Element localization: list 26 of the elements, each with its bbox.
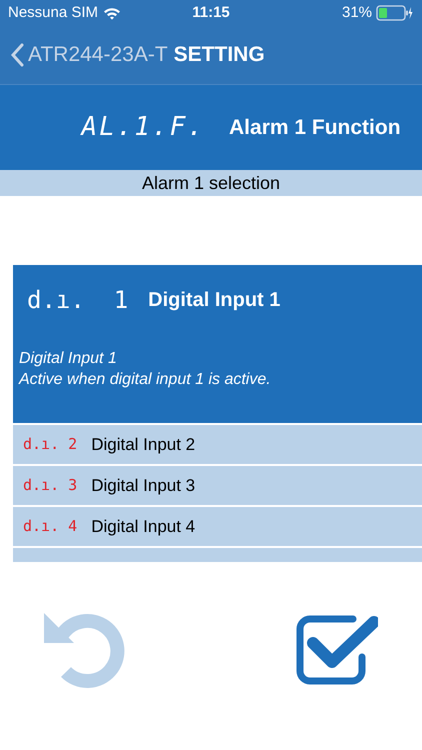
option-label: Digital Input 2 [91, 434, 196, 456]
time-label: 11:15 [192, 2, 230, 23]
screen-title: SETTING [174, 42, 265, 68]
confirm-button[interactable] [296, 615, 378, 685]
carrier-label: Nessuna SIM [8, 2, 98, 23]
chevron-left-icon [10, 43, 24, 67]
option-row[interactable] [13, 548, 422, 562]
section-title: Alarm 1 selection [0, 170, 422, 196]
option-code: d.ı. 2 [23, 434, 78, 456]
option-code: d.ı. 3 [23, 475, 78, 496]
wifi-icon [103, 6, 122, 20]
option-label: Digital Input 4 [91, 516, 196, 538]
option-description: Digital Input 1 Active when digital input 1 is active. [19, 349, 272, 390]
parameter-name: Alarm 1 Function [229, 114, 401, 141]
option-row[interactable]: d.ı. 4 Digital Input 4 [13, 507, 422, 546]
battery-icon [376, 5, 414, 21]
option-code: d.ı. 1 [27, 285, 128, 316]
battery-percentage: 31% [342, 2, 372, 23]
option-label: Digital Input 3 [91, 474, 196, 497]
parameter-code: AL.1.F. [81, 111, 206, 144]
option-row[interactable]: d.ı. 3 Digital Input 3 [13, 466, 422, 505]
option-row[interactable]: d.ı. 2 Digital Input 2 [13, 425, 422, 464]
checkbox-checked-icon [296, 615, 378, 685]
option-code: d.ı. 4 [23, 516, 78, 538]
option-label: Digital Input 1 [148, 288, 280, 313]
option-row[interactable]: d.ı. 1 Digital Input 1 Digital Input 1 Active when digital input 1 is active. [13, 265, 422, 423]
